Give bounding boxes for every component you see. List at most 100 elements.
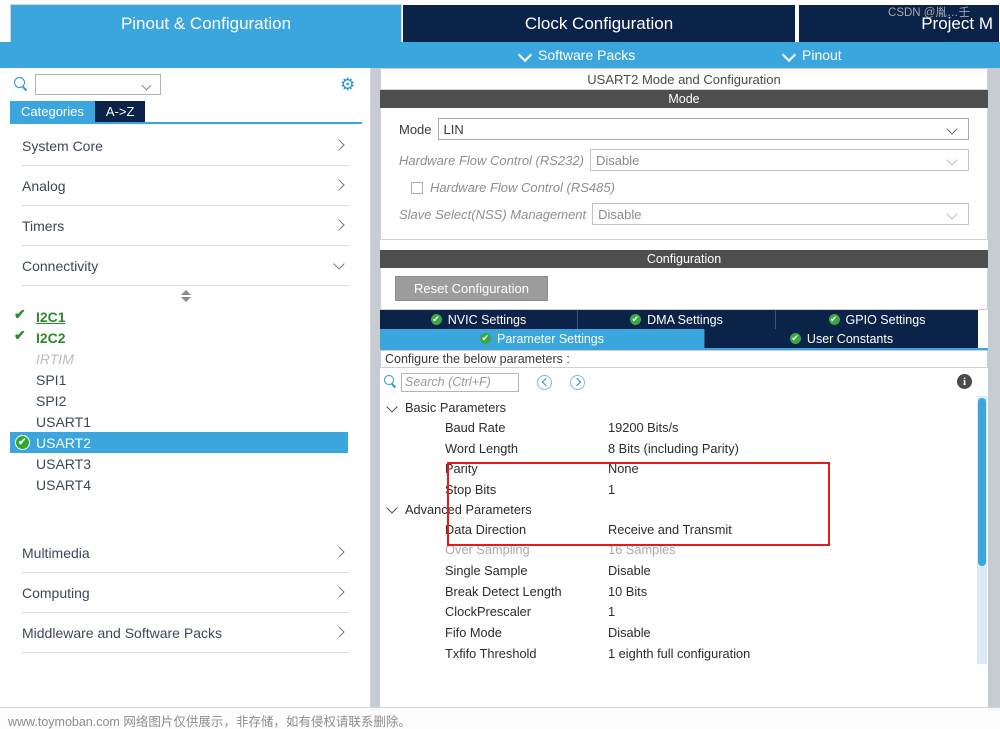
chevron-right-icon bbox=[334, 587, 345, 598]
field-hw-flow-rs232-label: Hardware Flow Control (RS232) bbox=[399, 152, 584, 168]
menu-pinout[interactable]: Pinout bbox=[783, 45, 842, 65]
chevron-down-icon bbox=[334, 260, 345, 271]
param-row-stop-bits[interactable]: Stop Bits 1 bbox=[380, 479, 988, 500]
peripheral-i2c1[interactable]: I2C1 bbox=[0, 306, 370, 327]
watermark-bottom-right: CSDN @胤…壬 bbox=[888, 7, 970, 19]
check-icon bbox=[14, 328, 28, 345]
category-timers-label: Timers bbox=[22, 217, 65, 234]
circle-left-arrow-icon[interactable] bbox=[537, 374, 552, 390]
tab-a-to-z[interactable]: A->Z bbox=[94, 101, 146, 122]
field-hw-flow-rs232: Hardware Flow Control (RS232) Disable bbox=[399, 149, 969, 171]
field-slave-select-nss-select[interactable]: Disable bbox=[592, 203, 969, 225]
param-row-baud-rate[interactable]: Baud Rate 19200 Bits/s bbox=[380, 417, 988, 438]
peripheral-i2c2[interactable]: I2C2 bbox=[0, 327, 370, 348]
menu-software-packs[interactable]: Software Packs bbox=[519, 45, 635, 65]
peripheral-usart3[interactable]: USART3 bbox=[0, 453, 370, 474]
param-row-word-length-value: 8 Bits (including Parity) bbox=[608, 440, 739, 456]
param-row-over-sampling[interactable]: Over Sampling 16 Samples bbox=[380, 539, 988, 560]
field-mode-select[interactable]: LIN bbox=[437, 118, 969, 140]
parameter-search-input[interactable]: Search (Ctrl+F) bbox=[401, 372, 519, 392]
field-hw-flow-rs232-value: Disable bbox=[595, 152, 640, 168]
param-row-word-length-key: Word Length bbox=[445, 440, 519, 456]
param-group-basic-parameters[interactable]: Basic Parameters bbox=[380, 398, 988, 417]
category-middleware-software-packs[interactable]: Middleware and Software Packs bbox=[22, 613, 349, 653]
check-circle-icon bbox=[15, 435, 30, 450]
param-row-word-length[interactable]: Word Length 8 Bits (including Parity) bbox=[380, 438, 988, 459]
category-computing[interactable]: Computing bbox=[22, 573, 349, 613]
param-row-break-detect-length-value: 10 Bits bbox=[608, 583, 648, 599]
param-row-break-detect-length[interactable]: Break Detect Length 10 Bits bbox=[380, 581, 988, 602]
mode-section-header: Mode bbox=[380, 90, 988, 108]
param-row-over-sampling-value: 16 Samples bbox=[608, 542, 676, 558]
peripheral-usart2[interactable]: USART2 bbox=[10, 432, 348, 453]
param-row-fifo-mode[interactable]: Fifo Mode Disable bbox=[380, 622, 988, 643]
tab-gpio-settings-label: GPIO Settings bbox=[845, 312, 926, 327]
category-connectivity[interactable]: Connectivity bbox=[22, 246, 349, 286]
param-row-parity[interactable]: Parity None bbox=[380, 458, 988, 479]
param-row-baud-rate-value: 19200 Bits/s bbox=[608, 419, 679, 435]
panel-splitter[interactable] bbox=[371, 68, 380, 711]
tab-clock-configuration[interactable]: Clock Configuration bbox=[402, 4, 796, 42]
gear-icon[interactable]: ⚙ bbox=[340, 76, 357, 93]
tab-dma-settings[interactable]: DMA Settings bbox=[578, 310, 776, 329]
category-analog[interactable]: Analog bbox=[22, 166, 349, 206]
tab-categories[interactable]: Categories bbox=[10, 101, 95, 122]
param-group-advanced-parameters[interactable]: Advanced Parameters bbox=[380, 500, 988, 519]
tab-pinout-configuration[interactable]: Pinout & Configuration bbox=[10, 4, 402, 42]
peripheral-usart3-label: USART3 bbox=[36, 455, 91, 472]
param-row-clock-prescaler-value: 1 bbox=[608, 604, 616, 620]
check-circle-icon bbox=[789, 331, 801, 345]
scroll-spinner[interactable] bbox=[0, 288, 370, 304]
window-right-scrollbar[interactable] bbox=[988, 68, 1000, 711]
category-timers[interactable]: Timers bbox=[22, 206, 349, 246]
param-row-data-direction-value: Receive and Transmit bbox=[608, 521, 732, 537]
peripheral-search-input[interactable] bbox=[35, 73, 161, 95]
tab-categories-label: Categories bbox=[21, 104, 84, 119]
param-row-stop-bits-key: Stop Bits bbox=[445, 481, 497, 497]
tab-nvic-settings[interactable]: NVIC Settings bbox=[380, 310, 578, 329]
field-slave-select-nss: Slave Select(NSS) Management Disable bbox=[399, 203, 969, 225]
peripheral-irtim[interactable]: IRTIM bbox=[0, 348, 370, 369]
category-system-core[interactable]: System Core bbox=[22, 126, 349, 166]
tab-gpio-settings[interactable]: GPIO Settings bbox=[776, 310, 978, 329]
peripheral-usart1[interactable]: USART1 bbox=[0, 411, 370, 432]
field-slave-select-nss-value: Disable bbox=[598, 206, 642, 222]
field-hw-flow-rs485[interactable]: Hardware Flow Control (RS485) bbox=[411, 180, 969, 195]
parameter-list: Basic Parameters Baud Rate 19200 Bits/s … bbox=[380, 396, 988, 664]
field-hw-flow-rs232-select[interactable]: Disable bbox=[589, 149, 969, 171]
checkbox-icon[interactable] bbox=[411, 181, 423, 194]
param-row-single-sample[interactable]: Single Sample Disable bbox=[380, 560, 988, 581]
tab-parameter-settings[interactable]: Parameter Settings bbox=[380, 329, 705, 348]
param-row-txfifo-threshold[interactable]: Txfifo Threshold 1 eighth full configura… bbox=[380, 643, 988, 664]
parameter-list-scroll-thumb[interactable] bbox=[978, 398, 986, 566]
param-row-single-sample-key: Single Sample bbox=[445, 562, 528, 578]
param-row-parity-key: Parity bbox=[445, 461, 478, 477]
param-group-advanced-parameters-label: Advanced Parameters bbox=[405, 501, 532, 517]
peripheral-spi2[interactable]: SPI2 bbox=[0, 390, 370, 411]
circle-right-arrow-icon[interactable] bbox=[570, 374, 585, 390]
tab-pinout-configuration-label: Pinout & Configuration bbox=[120, 13, 292, 33]
configure-note: Configure the below parameters : bbox=[380, 350, 988, 368]
category-multimedia[interactable]: Multimedia bbox=[22, 533, 349, 573]
tab-dma-settings-label: DMA Settings bbox=[647, 312, 723, 327]
parameter-list-scrollbar[interactable] bbox=[977, 396, 987, 664]
category-multimedia-label: Multimedia bbox=[22, 544, 90, 561]
field-mode-value: LIN bbox=[443, 121, 464, 137]
peripheral-usart4[interactable]: USART4 bbox=[0, 474, 370, 495]
peripheral-usart1-label: USART1 bbox=[36, 413, 91, 430]
peripheral-spi1-label: SPI1 bbox=[36, 371, 67, 388]
peripheral-spi1[interactable]: SPI1 bbox=[0, 369, 370, 390]
field-mode-label: Mode bbox=[399, 121, 432, 137]
config-tabs-row-1: NVIC Settings DMA Settings GPIO Settings bbox=[380, 310, 988, 329]
param-row-clock-prescaler[interactable]: ClockPrescaler 1 bbox=[380, 602, 988, 623]
reset-configuration-button[interactable]: Reset Configuration bbox=[395, 276, 548, 301]
info-icon[interactable]: i bbox=[957, 374, 972, 389]
parameter-search-placeholder: Search (Ctrl+F) bbox=[405, 375, 491, 389]
tab-user-constants[interactable]: User Constants bbox=[705, 329, 978, 348]
configuration-section-header-label: Configuration bbox=[646, 252, 722, 266]
menu-software-packs-label: Software Packs bbox=[538, 47, 636, 63]
peripheral-list: I2C1 I2C2 IRTIM SPI1 SPI2 USART1 bbox=[0, 306, 370, 495]
configuration-panel: USART2 Mode and Configuration Mode Mode … bbox=[380, 68, 988, 711]
param-row-data-direction[interactable]: Data Direction Receive and Transmit bbox=[380, 519, 988, 540]
peripheral-usart4-label: USART4 bbox=[36, 476, 91, 493]
